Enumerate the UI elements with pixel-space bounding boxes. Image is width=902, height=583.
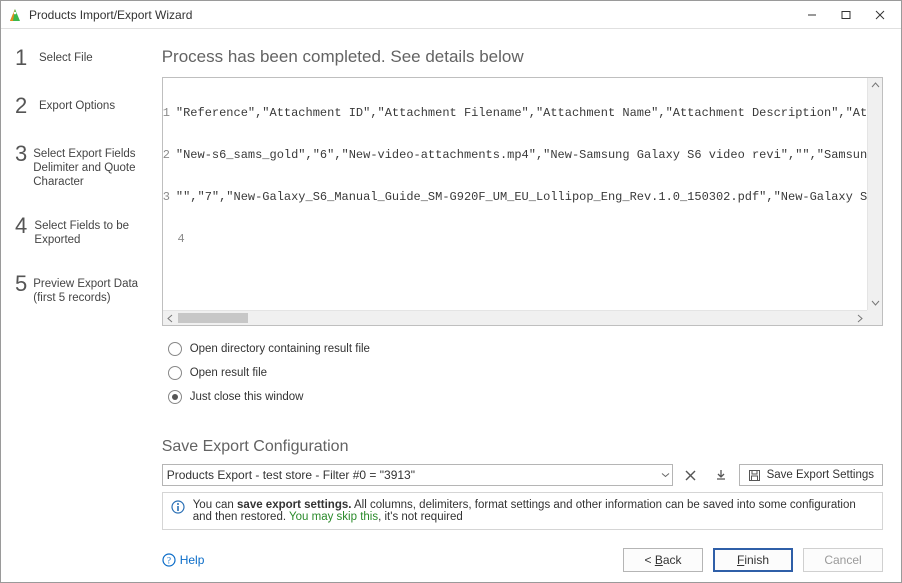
main-panel: Process has been completed. See details … <box>150 29 901 582</box>
page-heading: Process has been completed. See details … <box>162 47 883 67</box>
minimize-button[interactable] <box>795 1 829 28</box>
x-icon <box>684 469 697 482</box>
radio-open-file[interactable]: Open result file <box>168 366 883 380</box>
step-label: Preview Export Data (first 5 records) <box>33 273 141 305</box>
result-output-box: 1"Reference","Attachment ID","Attachment… <box>162 77 883 326</box>
step-3[interactable]: 3 Select Export Fields Delimiter and Quo… <box>15 143 142 189</box>
help-icon: ? <box>162 553 176 567</box>
back-button[interactable]: < Back <box>623 548 703 572</box>
radio-open-directory[interactable]: Open directory containing result file <box>168 342 883 356</box>
save-config-row: Products Export - test store - Filter #0… <box>162 464 883 486</box>
close-button[interactable] <box>863 1 897 28</box>
step-number: 5 <box>15 273 27 295</box>
scroll-up-icon[interactable] <box>871 78 880 93</box>
help-link[interactable]: ? Help <box>162 553 205 567</box>
config-name-value: Products Export - test store - Filter #0… <box>167 468 415 482</box>
window-title: Products Import/Export Wizard <box>29 8 795 22</box>
scroll-down-icon[interactable] <box>871 295 880 310</box>
step-number: 3 <box>15 143 27 165</box>
svg-text:?: ? <box>167 556 171 566</box>
step-1[interactable]: 1 Select File <box>15 47 142 69</box>
titlebar: Products Import/Export Wizard <box>1 1 901 29</box>
wizard-steps-sidebar: 1 Select File 2 Export Options 3 Select … <box>1 29 150 582</box>
radio-label: Open directory containing result file <box>190 343 370 355</box>
chevron-down-icon[interactable] <box>661 471 670 480</box>
finish-button[interactable]: Finish <box>713 548 793 572</box>
step-label: Select Fields to be Exported <box>34 215 141 247</box>
hscroll-track[interactable] <box>178 311 852 325</box>
after-export-radio-group: Open directory containing result file Op… <box>168 338 883 414</box>
step-4[interactable]: 4 Select Fields to be Exported <box>15 215 142 247</box>
save-icon <box>748 469 761 482</box>
footer: ? Help < Back Finish Cancel <box>162 530 883 572</box>
cancel-button: Cancel <box>803 548 883 572</box>
result-output-text[interactable]: 1"Reference","Attachment ID","Attachment… <box>163 78 867 310</box>
maximize-button[interactable] <box>829 1 863 28</box>
step-label: Export Options <box>39 95 115 113</box>
save-settings-label: Save Export Settings <box>767 469 874 481</box>
radio-label: Open result file <box>190 367 267 379</box>
vertical-scrollbar[interactable] <box>867 78 882 310</box>
content: 1 Select File 2 Export Options 3 Select … <box>1 29 901 582</box>
scroll-right-icon[interactable] <box>852 311 867 325</box>
radio-icon <box>168 342 182 356</box>
save-export-settings-button[interactable]: Save Export Settings <box>739 464 883 486</box>
config-name-input[interactable]: Products Export - test store - Filter #0… <box>162 464 673 486</box>
radio-icon <box>168 366 182 380</box>
hscroll-thumb[interactable] <box>178 313 248 323</box>
radio-label: Just close this window <box>190 391 304 403</box>
step-number: 2 <box>15 95 33 117</box>
step-2[interactable]: 2 Export Options <box>15 95 142 117</box>
step-label: Select File <box>39 47 93 65</box>
radio-icon <box>168 390 182 404</box>
download-icon <box>714 468 728 482</box>
step-number: 4 <box>15 215 28 237</box>
step-number: 1 <box>15 47 33 69</box>
step-label: Select Export Fields Delimiter and Quote… <box>33 143 141 189</box>
help-label: Help <box>180 553 205 567</box>
save-config-heading: Save Export Configuration <box>162 438 883 456</box>
delete-config-button[interactable] <box>679 464 703 486</box>
horizontal-scrollbar[interactable] <box>163 310 867 325</box>
load-config-button[interactable] <box>709 464 733 486</box>
info-text: You can save export settings. All column… <box>193 499 874 523</box>
radio-just-close[interactable]: Just close this window <box>168 390 883 404</box>
step-5[interactable]: 5 Preview Export Data (first 5 records) <box>15 273 142 305</box>
info-bar: You can save export settings. All column… <box>162 492 883 530</box>
scroll-corner <box>867 310 882 325</box>
scroll-left-icon[interactable] <box>163 311 178 325</box>
app-icon <box>7 7 23 23</box>
info-icon <box>171 500 185 514</box>
